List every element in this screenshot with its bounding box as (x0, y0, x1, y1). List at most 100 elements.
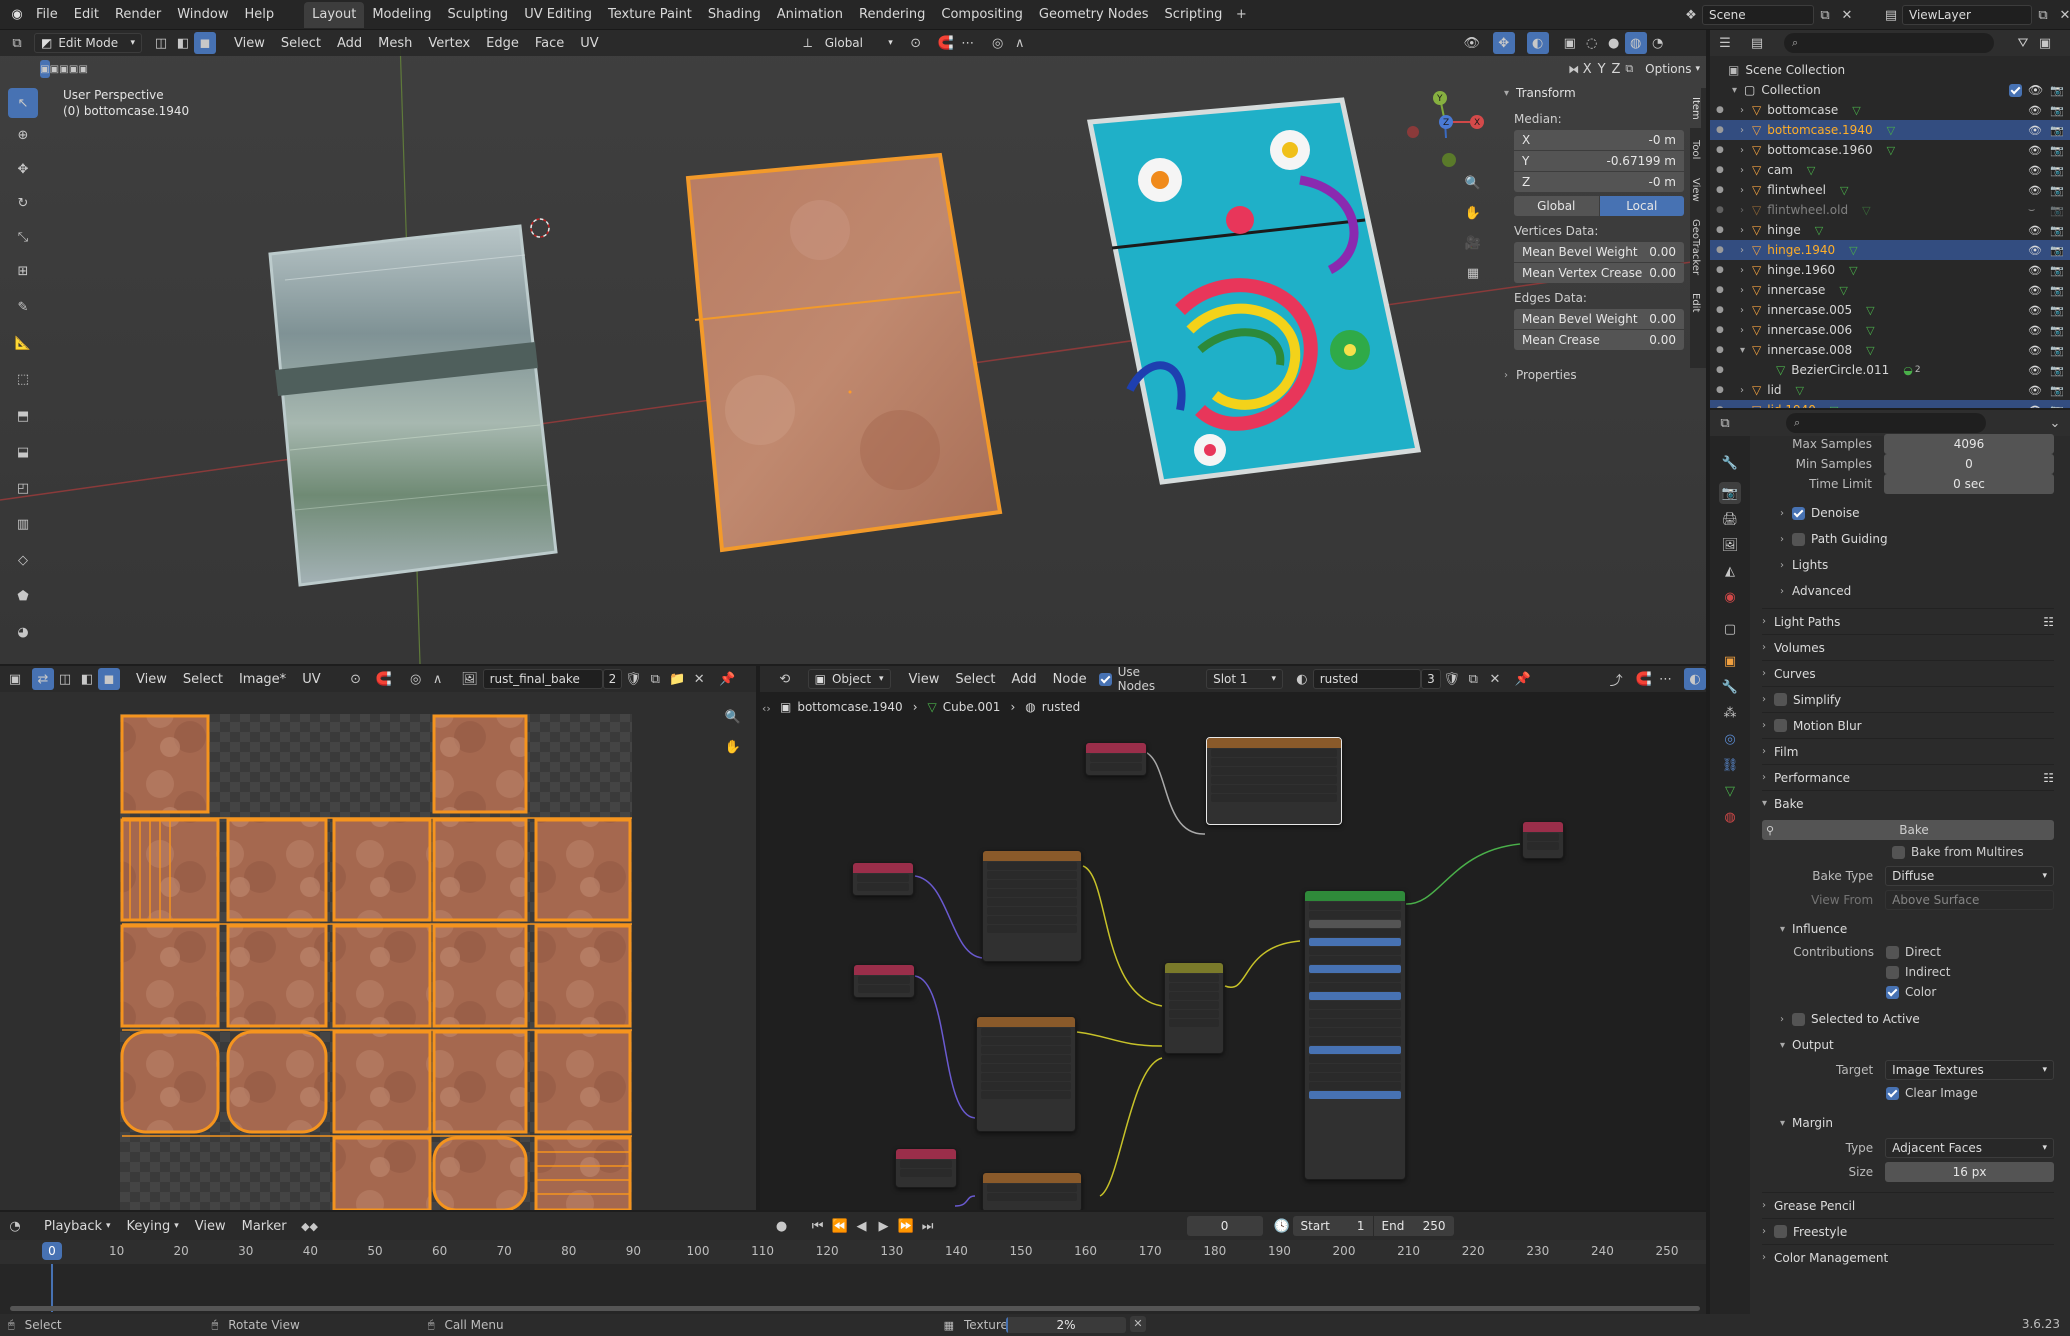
chevron-right-icon[interactable]: › (1740, 165, 1752, 176)
new-collection-icon[interactable]: ▣ (2034, 32, 2056, 54)
visibility-eye-icon[interactable]: 👁 (2028, 304, 2042, 317)
annotate-tool-icon[interactable]: ✎ (8, 288, 38, 326)
pin-image-icon[interactable]: 📌 (716, 668, 738, 690)
mesh-data-icon[interactable]: ▽ (1852, 104, 1860, 117)
outliner-object-row[interactable]: ●›▽lid.1940▽👁📷 (1710, 400, 2070, 408)
advanced-subpanel[interactable]: › Advanced (1762, 578, 2054, 604)
physics-props-icon[interactable]: ◎ (1719, 728, 1741, 750)
chevron-right-icon[interactable]: › (1740, 225, 1752, 236)
outliner-object-row[interactable]: ● › ▽ lid ▽ 👁 📷 (1710, 380, 2070, 400)
scene-props-icon[interactable]: ◭ (1719, 560, 1741, 582)
outliner-object-row[interactable]: ● › ▽ hinge.1940 ▽ 👁 📷 (1710, 240, 2070, 260)
margin-size-field[interactable]: 16 px (1885, 1162, 2054, 1182)
vertex-bevel-weight-field[interactable]: Mean Bevel Weight 0.00 (1514, 242, 1684, 262)
output-props-icon[interactable]: 🖨 (1719, 508, 1741, 530)
snap-target-icon[interactable]: ⋯ (957, 32, 979, 54)
keyframe-filter-icon[interactable]: ◆◆ (299, 1215, 321, 1237)
mesh-data-icon[interactable]: ▽ (1866, 344, 1874, 357)
mesh-data-icon[interactable]: ▽ (1849, 244, 1857, 257)
margin-type-dropdown[interactable]: Adjacent Faces ▾ (1885, 1138, 2054, 1158)
auto-merge-icon[interactable]: ⧉ (1623, 58, 1635, 80)
pan-hand-icon[interactable]: ✋ (1462, 198, 1484, 228)
uv-sync-selection-icon[interactable]: ⇄ (32, 668, 54, 690)
outliner-object-row[interactable]: ● › ▽ hinge.1960 ▽ 👁 📷 (1710, 260, 2070, 280)
freestyle-checkbox[interactable] (1774, 1225, 1787, 1238)
modifier-props-icon[interactable]: 🔧 (1719, 676, 1741, 698)
data-props-icon[interactable]: ▽ (1719, 780, 1741, 802)
view-layer-selector[interactable]: ▤ ViewLayer ⧉ ✕ (1880, 3, 2070, 27)
chevron-down-icon[interactable]: ▾ (1740, 345, 1752, 356)
viewport-menu-add[interactable]: Add (329, 31, 370, 55)
viewport-menu-uv[interactable]: UV (572, 31, 606, 55)
ortho-toggle-icon[interactable]: ▦ (1462, 258, 1484, 288)
direct-checkbox[interactable] (1886, 945, 1899, 959)
world-props-icon[interactable]: ◉ (1719, 586, 1741, 608)
time-limit-field[interactable]: 0 sec (1884, 474, 2054, 494)
outliner-object-row[interactable]: ● › ▽ flintwheel ▽ 👁 📷 (1710, 180, 2070, 200)
new-view-layer-icon[interactable]: ⧉ (2032, 4, 2054, 26)
snap-icon[interactable]: 🧲 (935, 32, 957, 54)
median-y-field[interactable]: Y -0.67199 m (1514, 151, 1684, 171)
mirror-x-toggle[interactable]: X (1580, 58, 1595, 80)
new-image-icon[interactable]: ⧉ (644, 668, 666, 690)
particles-props-icon[interactable]: ⁂ (1719, 702, 1741, 724)
visibility-eye-icon[interactable]: 👁 (2028, 404, 2042, 409)
uv-editor[interactable]: ▣ ⇄ ◫ ◧ ◼ View Select Image* UV ⊙ 🧲 ◎ ∧ … (0, 666, 756, 1210)
motion-blur-checkbox[interactable] (1774, 719, 1787, 732)
rendered-shading-icon[interactable]: ◔ (1647, 32, 1669, 54)
camera-view-icon[interactable]: 🎥 (1462, 228, 1484, 258)
mesh-data-icon[interactable]: ▽ (1796, 384, 1804, 397)
menu-render[interactable]: Render (107, 3, 169, 27)
outliner-object-row[interactable]: ● ▾ ▽ innercase.008 ▽ 👁 📷 (1710, 340, 2070, 360)
bake-from-multires-row[interactable]: Bake from Multires (1762, 840, 2054, 864)
outliner-object-row[interactable]: ● ▽ BezierCircle.011 ◒ 2 👁 📷 (1710, 360, 2070, 380)
target-dropdown[interactable]: Image Textures ▾ (1885, 1060, 2054, 1080)
vertex-select-icon[interactable]: ◫ (150, 32, 172, 54)
play-icon[interactable]: ▶ (873, 1215, 895, 1237)
scene-field[interactable]: Scene (1702, 5, 1814, 25)
simplify-panel[interactable]: › Simplify (1762, 686, 2054, 712)
camera-render-icon[interactable]: 📷 (2050, 304, 2064, 317)
menu-edit[interactable]: Edit (66, 3, 107, 27)
cursor-tool-icon[interactable]: ⊕ (8, 118, 38, 152)
mode-dropdown[interactable]: ◩ Edit Mode ▾ (34, 33, 142, 53)
auto-keying-icon[interactable]: ● (771, 1215, 793, 1237)
influence-subpanel[interactable]: ▾ Influence (1762, 916, 2054, 942)
mesh-data-icon[interactable]: ▽ (1839, 284, 1847, 297)
current-frame-field[interactable]: 0 (1186, 1216, 1263, 1236)
image-browse-icon[interactable]: 🖼 (459, 668, 481, 690)
camera-render-icon[interactable]: 📷 (2050, 264, 2064, 277)
viewport-menu-view[interactable]: View (226, 31, 273, 55)
image-name-field[interactable]: rust_final_bake (482, 669, 603, 689)
select-extend-icon[interactable]: ▣ (50, 60, 60, 78)
knife-tool-icon[interactable]: ◇ (8, 542, 38, 578)
view-from-dropdown[interactable]: Above Surface (1885, 890, 2054, 910)
camera-render-icon[interactable]: 📷 (2050, 404, 2064, 409)
tab-modeling[interactable]: Modeling (364, 3, 439, 27)
timeline-scrollbar[interactable] (10, 1306, 1700, 1311)
blender-logo-icon[interactable]: ◉ (6, 4, 28, 26)
tab-sculpting[interactable]: Sculpting (439, 3, 516, 27)
viewport-menu-face[interactable]: Face (527, 31, 572, 55)
uv-map-node-top[interactable] (1085, 742, 1147, 776)
viewport-menu-vertex[interactable]: Vertex (420, 31, 478, 55)
min-samples-field[interactable]: 0 (1884, 454, 2054, 474)
visibility-eye-icon[interactable]: 👁 (2028, 144, 2042, 157)
motion-blur-panel[interactable]: › Motion Blur (1762, 712, 2054, 738)
color-management-panel[interactable]: › Color Management (1762, 1244, 2054, 1270)
camera-render-icon[interactable]: 📷 (2050, 184, 2064, 197)
mix-color-node[interactable] (1164, 962, 1224, 1054)
chevron-right-icon[interactable]: › (1740, 405, 1752, 409)
view-layer-props-icon[interactable]: 🖼 (1719, 534, 1741, 556)
uv-map-node-1[interactable] (852, 862, 914, 896)
simplify-checkbox[interactable] (1774, 693, 1787, 706)
add-cube-tool-icon[interactable]: ⬚ (8, 360, 38, 398)
fake-user-shield-icon[interactable]: 🛡 (622, 668, 644, 690)
bake-panel[interactable]: ▾ Bake (1762, 790, 2054, 816)
outliner-object-row[interactable]: ● › ▽ bottomcase.1960 ▽ 👁 📷 (1710, 140, 2070, 160)
light-paths-panel[interactable]: › Light Paths ☷ (1762, 608, 2054, 634)
image-texture-node-2[interactable] (976, 1016, 1076, 1132)
gizmo-toggle-icon[interactable]: ✥ (1492, 32, 1515, 54)
material-shading-icon[interactable]: ◍ (1624, 32, 1647, 54)
clear-image-checkbox[interactable] (1886, 1086, 1899, 1100)
